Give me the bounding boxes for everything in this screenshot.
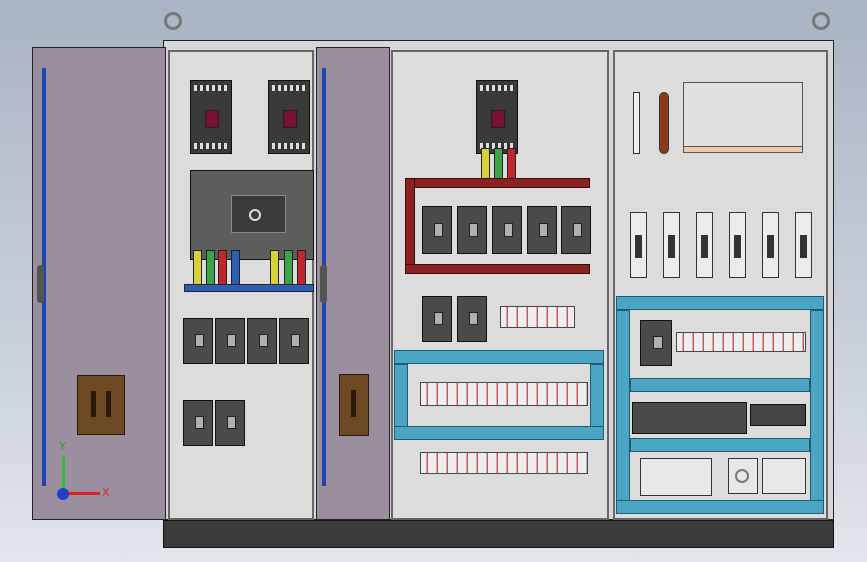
cabinet-base	[163, 520, 834, 548]
copper-busbar-top	[405, 178, 590, 188]
door-handle[interactable]	[339, 374, 369, 436]
main-breaker-1[interactable]	[190, 80, 232, 154]
fuse-holder[interactable]	[696, 212, 713, 278]
door-handle[interactable]	[77, 375, 125, 435]
busbar-yellow	[481, 148, 490, 182]
power-supply-unit[interactable]	[762, 458, 806, 494]
wire-tray	[810, 310, 824, 510]
fuse-holder[interactable]	[663, 212, 680, 278]
xyz-axis-icon	[57, 488, 69, 500]
busbar-blue	[231, 250, 240, 286]
wire-tray	[616, 310, 630, 510]
incoming-breaker[interactable]	[476, 80, 518, 154]
x-axis-line	[64, 492, 100, 495]
fan-filter-bracket	[683, 146, 803, 153]
transfer-switch[interactable]	[190, 170, 314, 260]
neutral-bar	[659, 92, 669, 154]
door-latch	[37, 265, 44, 303]
door-latch	[320, 265, 327, 303]
fuse-holder[interactable]	[630, 212, 647, 278]
busbar-red	[297, 250, 306, 286]
cad-viewport[interactable]: Y X	[0, 0, 867, 562]
y-axis-label: Y	[59, 440, 66, 453]
left-open-door	[32, 47, 166, 520]
terminal-block-row	[420, 452, 588, 474]
terminal-block-row	[676, 332, 806, 352]
busbar-green	[284, 250, 293, 286]
x-axis-label: X	[102, 486, 110, 499]
fuse-holder[interactable]	[729, 212, 746, 278]
relay-bank[interactable]	[632, 402, 747, 434]
feeder-breaker[interactable]	[527, 206, 557, 254]
relay-module[interactable]	[750, 404, 806, 426]
busbar-green	[206, 250, 215, 286]
busbar-red	[507, 148, 516, 182]
busbar-red	[218, 250, 227, 286]
feeder-breaker[interactable]	[561, 206, 591, 254]
busbar-green	[494, 148, 503, 182]
lifting-eye-icon	[812, 12, 830, 30]
busbar-yellow	[193, 250, 202, 286]
wire-tray	[616, 296, 824, 310]
ground-terminal-strip	[633, 92, 640, 154]
branch-breaker[interactable]	[183, 400, 213, 446]
feeder-breaker[interactable]	[492, 206, 522, 254]
fan-filter-unit	[683, 82, 803, 148]
feeder-breaker[interactable]	[422, 296, 452, 342]
power-supply-unit[interactable]	[728, 458, 758, 494]
copper-busbar-left	[405, 178, 415, 274]
fuse-holder[interactable]	[762, 212, 779, 278]
wire-tray	[630, 438, 810, 452]
feeder-breaker[interactable]	[422, 206, 452, 254]
control-breaker[interactable]	[640, 320, 672, 366]
branch-breaker[interactable]	[247, 318, 277, 364]
wire-tray	[616, 500, 824, 514]
branch-breaker[interactable]	[279, 318, 309, 364]
wire-tray	[394, 350, 604, 364]
busbar-yellow	[270, 250, 279, 286]
terminal-block	[500, 306, 575, 328]
plc-controller[interactable]	[640, 458, 712, 496]
main-breaker-2[interactable]	[268, 80, 310, 154]
lifting-eye-icon	[164, 12, 182, 30]
feeder-breaker[interactable]	[457, 296, 487, 342]
branch-breaker[interactable]	[215, 318, 245, 364]
fuse-holder[interactable]	[795, 212, 812, 278]
busbar-horizontal	[184, 284, 314, 292]
feeder-breaker[interactable]	[457, 206, 487, 254]
branch-breaker[interactable]	[215, 400, 245, 446]
wire-tray	[394, 426, 604, 440]
copper-busbar-bottom	[405, 264, 590, 274]
wire-tray	[630, 378, 810, 392]
branch-breaker[interactable]	[183, 318, 213, 364]
terminal-block-row	[420, 382, 588, 406]
middle-open-door	[316, 47, 390, 520]
